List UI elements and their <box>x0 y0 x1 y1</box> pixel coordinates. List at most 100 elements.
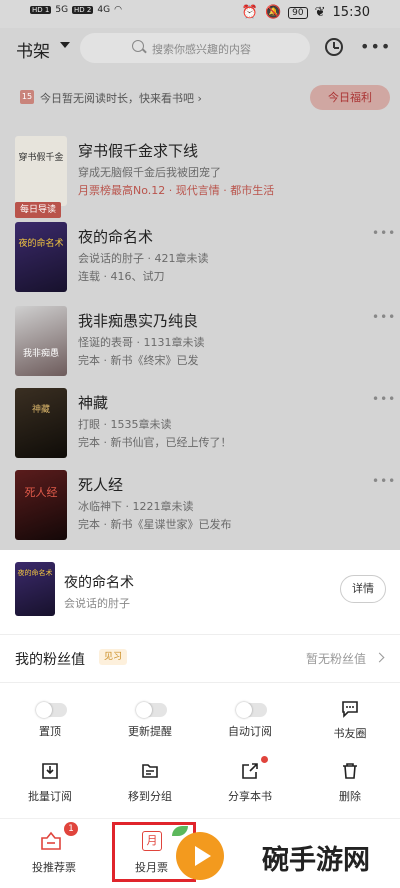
download-icon <box>42 763 58 779</box>
search-placeholder: 搜索你感兴趣的内容 <box>152 43 251 56</box>
pin-top-label: 置顶 <box>39 725 61 738</box>
more-icon[interactable]: ••• <box>360 39 391 55</box>
more-icon[interactable]: ••• <box>372 227 396 239</box>
history-icon[interactable] <box>325 38 343 56</box>
book-status: 完本 · 新书《星谍世家》已发布 <box>78 518 232 531</box>
book-title: 夜的命名术 <box>78 228 154 246</box>
fan-value[interactable]: 暂无粉丝值 <box>306 650 366 667</box>
wifi-icon: ◠ <box>114 5 122 15</box>
auto-subscribe-label: 自动订阅 <box>228 725 272 738</box>
divider <box>0 682 400 683</box>
book-status: 完本 · 新书《终宋》已发 <box>78 354 199 367</box>
leaf-icon: ❦ <box>314 5 326 20</box>
book-author-unread: 冰临神下 · 1221章未读 <box>78 500 194 513</box>
ticket-icon <box>41 831 61 850</box>
book-friends-circle-label: 书友圈 <box>333 727 367 740</box>
pin-top-toggle[interactable]: 置顶 <box>0 695 100 745</box>
more-icon[interactable]: ••• <box>372 393 396 405</box>
sim2-network: 4G <box>97 5 111 15</box>
fan-value-label: 我的粉丝值 <box>15 652 85 668</box>
book-cover[interactable]: 死人经 <box>15 470 67 540</box>
book-title: 神藏 <box>78 394 109 412</box>
book-subtitle: 穿成无脑假千金后我被团宠了 <box>78 166 221 179</box>
notification-dot <box>261 756 268 763</box>
cover-title: 夜的命名术 <box>17 569 53 577</box>
more-icon[interactable]: ••• <box>372 475 396 487</box>
list-item[interactable]: 我非痴愚 我非痴愚实乃纯良 怪诞的表哥 · 1131章未读 完本 · 新书《终宋… <box>0 306 400 390</box>
cover-title: 死人经 <box>24 486 58 499</box>
recommend-count-badge: 1 <box>64 822 78 836</box>
book-title: 我非痴愚实乃纯良 <box>78 312 199 330</box>
clock: 15:30 <box>332 5 370 20</box>
detail-button[interactable]: 详情 <box>340 575 386 603</box>
alarm-icon: ⏰ <box>241 5 258 20</box>
book-friends-circle-button[interactable]: 书友圈 <box>300 695 400 745</box>
book-cover[interactable]: 夜的命名术 <box>15 222 67 292</box>
book-title: 死人经 <box>78 476 124 494</box>
book-author-unread: 打眼 · 1535章未读 <box>78 418 172 431</box>
book-meta: 月票榜最高No.12 · 现代言情 · 都市生活 <box>78 184 275 197</box>
watermark-text: 碗手游网 <box>262 845 370 876</box>
update-reminder-toggle[interactable]: 更新提醒 <box>100 695 200 745</box>
share-icon <box>242 763 258 779</box>
search-icon <box>132 40 144 52</box>
battery-icon: 90 <box>288 6 308 19</box>
reading-banner[interactable]: 15 今日暂无阅读时长，快来看书吧 › 今日福利 <box>0 70 400 124</box>
share-book-button[interactable]: 分享本书 <box>200 756 300 810</box>
status-bar: HD 1 5G HD 2 4G ◠ ⏰ 🔕 90 ❦ 15:30 <box>0 0 400 28</box>
book-author-unread: 会说话的肘子 · 421章未读 <box>78 252 209 265</box>
move-to-group-button[interactable]: 移到分组 <box>100 758 200 810</box>
daily-welfare-button[interactable]: 今日福利 <box>310 85 390 110</box>
signal-indicators: HD 1 5G HD 2 4G ◠ <box>30 5 122 15</box>
fan-level-badge: 见习 <box>99 649 128 665</box>
page-title[interactable]: 书架 <box>16 37 50 62</box>
book-title: 夜的命名术 <box>64 575 134 591</box>
book-author: 会说话的肘子 <box>64 597 130 610</box>
chevron-down-icon[interactable] <box>60 42 70 48</box>
book-cover[interactable]: 神藏 <box>15 388 67 458</box>
update-reminder-label: 更新提醒 <box>128 725 172 738</box>
list-item[interactable]: 死人经 死人经 冰临神下 · 1221章未读 完本 · 新书《星谍世家》已发布 … <box>0 470 400 554</box>
more-icon[interactable]: ••• <box>372 311 396 323</box>
toggle-switch[interactable] <box>236 702 267 718</box>
book-cover[interactable]: 穿书假千金 <box>15 136 67 206</box>
batch-subscribe-label: 批量订阅 <box>28 790 72 803</box>
move-to-group-label: 移到分组 <box>128 790 172 803</box>
status-right: ⏰ 🔕 90 ❦ 15:30 <box>242 5 370 20</box>
book-author-unread: 怪诞的表哥 · 1131章未读 <box>78 336 205 349</box>
cover-title: 我非痴愚 <box>22 349 59 359</box>
trash-icon <box>343 763 357 779</box>
book-cover: 夜的命名术 <box>15 562 55 616</box>
top-bar: 书架 搜索你感兴趣的内容 ••• <box>0 28 400 70</box>
cover-title: 神藏 <box>31 405 50 415</box>
book-list: 穿书假千金 每日导读 穿书假千金求下线 穿成无脑假千金后我被团宠了 月票榜最高N… <box>0 124 400 550</box>
sim2-badge: HD 2 <box>72 6 94 14</box>
cover-title: 夜的命名术 <box>18 239 64 249</box>
delete-label: 删除 <box>339 790 361 803</box>
sim1-network: 5G <box>55 5 69 15</box>
recommend-ticket-button[interactable]: 1 投推荐票 <box>0 819 110 888</box>
toggle-switch[interactable] <box>136 702 167 718</box>
watermark-logo <box>176 832 224 880</box>
batch-subscribe-button[interactable]: 批量订阅 <box>0 758 100 810</box>
toggle-switch[interactable] <box>36 702 67 718</box>
list-item[interactable]: 神藏 神藏 打眼 · 1535章未读 完本 · 新书仙官，已经上传了！ ••• <box>0 388 400 472</box>
delete-button[interactable]: 删除 <box>300 758 400 810</box>
book-status: 完本 · 新书仙官，已经上传了！ <box>78 436 232 449</box>
chat-bubble-icon <box>342 701 358 718</box>
list-item[interactable]: 穿书假千金 每日导读 穿书假千金求下线 穿成无脑假千金后我被团宠了 月票榜最高N… <box>0 136 400 220</box>
calendar-icon: 15 <box>20 90 34 104</box>
auto-subscribe-toggle[interactable]: 自动订阅 <box>200 695 300 745</box>
search-input[interactable]: 搜索你感兴趣的内容 <box>80 33 310 63</box>
divider <box>0 634 400 635</box>
book-status: 连载 · 416、试刀 <box>78 270 165 283</box>
reading-time-text[interactable]: 今日暂无阅读时长，快来看书吧 › <box>40 90 202 106</box>
list-item[interactable]: 夜的命名术 夜的命名术 会说话的肘子 · 421章未读 连载 · 416、试刀 … <box>0 222 400 306</box>
folder-icon <box>142 764 158 778</box>
daily-guide-tag: 每日导读 <box>15 202 61 218</box>
book-cover[interactable]: 我非痴愚 <box>15 306 67 376</box>
recommend-ticket-label: 投推荐票 <box>32 861 76 874</box>
cover-title: 穿书假千金 <box>18 153 64 163</box>
chevron-right-icon[interactable] <box>374 652 385 663</box>
sim1-badge: HD 1 <box>30 6 52 14</box>
